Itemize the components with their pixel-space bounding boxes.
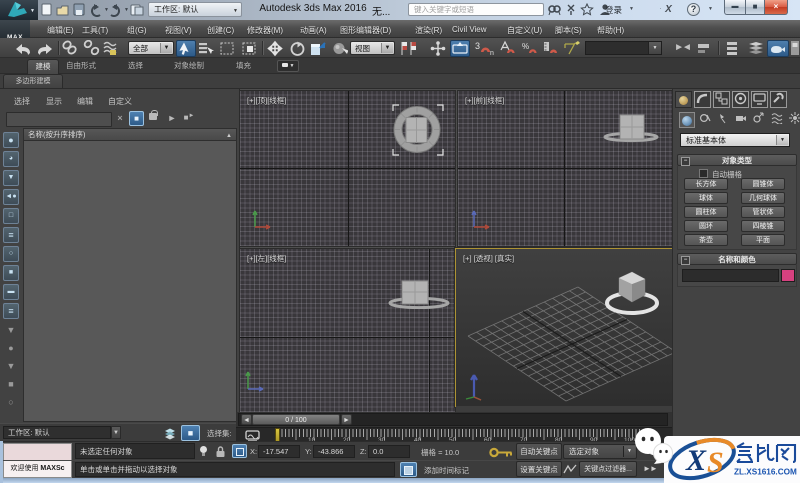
- svg-text:ZL.XS1616.COM: ZL.XS1616.COM: [734, 468, 797, 477]
- svg-text:X: X: [685, 444, 707, 477]
- svg-text:3: 3: [475, 41, 480, 51]
- svg-text:n: n: [490, 50, 494, 57]
- svg-text:%: %: [522, 42, 529, 51]
- svg-text:S: S: [707, 446, 724, 479]
